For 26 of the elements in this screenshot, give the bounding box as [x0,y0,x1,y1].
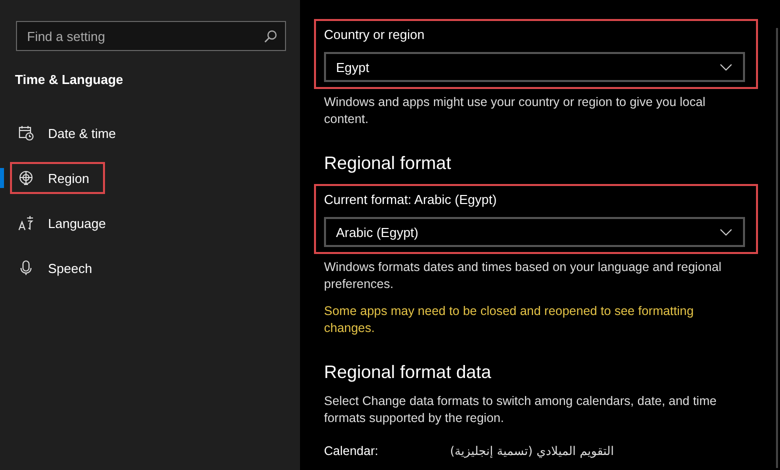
nav-item[interactable]: Speech [10,252,108,284]
calendar-icon [18,125,34,141]
language-icon [18,215,34,231]
chevron-down-icon [720,228,732,236]
dropdown[interactable]: Arabic (Egypt) [324,217,745,247]
section-heading: Regional format data [324,361,492,383]
globe-icon [18,170,34,186]
field-label: Country or region [324,26,426,44]
nav-item[interactable]: Region [10,162,106,194]
nav-item[interactable]: Language [10,207,122,239]
search-field[interactable]: Find a setting [16,21,286,51]
warning-text: Some apps may need to be closed and reopened to see formatting changes. [324,303,695,337]
field-label: Current format: Arabic (Egypt) [324,191,498,209]
nav-item[interactable]: Date & time [10,117,132,149]
section-title: Time & Language [15,72,124,88]
description-text: Windows formats dates and times based on your language and regional preferences. [324,259,722,293]
chevron-down-icon [720,64,732,70]
description-text: Select Change data formats to switch among calendars, date, and time formats supported by the region. [324,393,718,427]
search-icon [264,30,277,43]
section-heading: Regional format [324,152,452,174]
field-label: Calendar: [324,443,380,459]
microphone-icon [18,260,34,276]
dropdown[interactable]: Egypt [324,52,745,82]
scrollbar[interactable] [776,28,778,468]
description-text: Windows and apps might use your country or region to give you local content. [324,94,706,128]
field-value: التقويم الميلادي (تسمية إنجليزية) [450,443,614,459]
